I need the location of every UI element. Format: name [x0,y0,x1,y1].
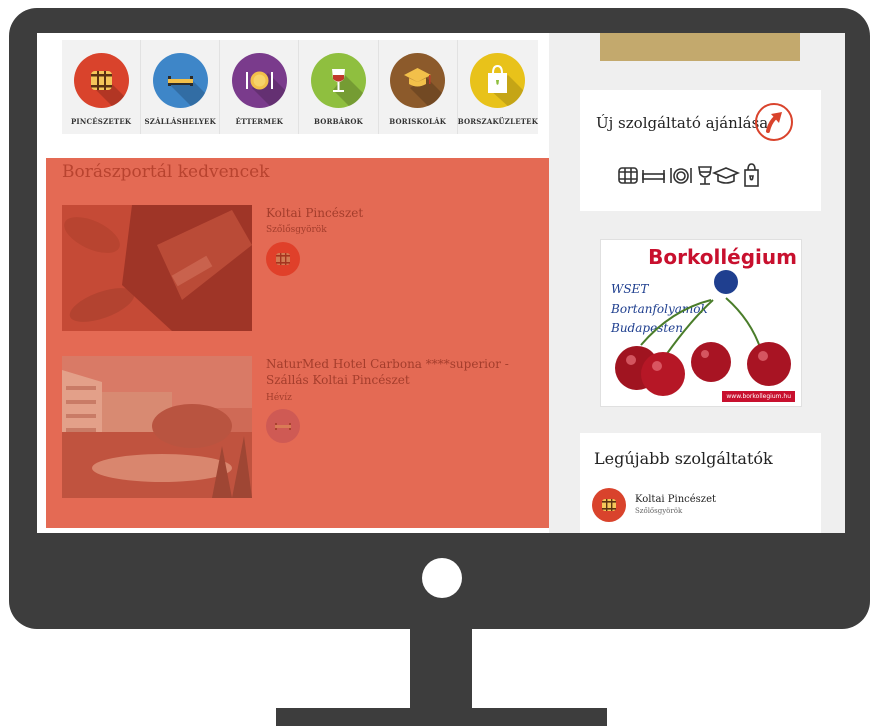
category-label: PINCÉSZETEK [70,117,132,126]
recommend-title[interactable]: Új szolgáltató ajánlása [596,114,768,132]
borkollegium-ad[interactable]: Borkollégium WSET Bortanfolyamok Budapes… [600,239,802,407]
list-item[interactable]: NaturMed Hotel Carbona ****superior - Sz… [62,356,509,498]
newest-item-place: Szőlősgyörök [635,507,683,515]
wine-glass-icon[interactable] [698,166,712,185]
category-ettermek[interactable]: ÉTTERMEK [220,40,300,134]
category-pinceszetek[interactable]: PINCÉSZETEK [62,40,142,134]
graduation-cap-icon [390,53,446,108]
category-boriskolak[interactable]: BORISKOLÁK [379,40,458,134]
wine-glass-icon [310,53,366,108]
item-place: Hévíz [266,393,292,403]
list-item[interactable]: Koltai Pincészet Szőlősgyörök [62,205,502,331]
barrel-icon[interactable] [592,488,626,522]
barrel-icon[interactable] [266,242,300,276]
screen: PINCÉSZETEK SZÁLLÁSHELYEK ÉTTERMEK BORBÁ… [37,33,845,533]
bed-icon[interactable] [266,409,300,443]
graduation-cap-icon[interactable] [711,167,741,184]
category-borbarok[interactable]: BORBÁROK [299,40,379,134]
recommend-box: Új szolgáltató ajánlása [580,90,821,211]
bed-icon[interactable] [642,170,665,183]
service-icons-row [618,161,788,191]
sidebar-banner[interactable] [600,33,800,61]
item-thumbnail[interactable] [62,356,252,498]
bed-icon [152,53,208,108]
category-label: ÉTTERMEK [235,117,284,126]
newest-title: Legújabb szolgáltatók [594,449,773,468]
item-name[interactable]: NaturMed Hotel Carbona ****superior - Sz… [266,356,526,388]
monitor-stand-base [276,708,607,726]
item-place: Szőlősgyörök [266,225,327,235]
barrel-icon[interactable] [618,167,638,184]
arrow-up-icon[interactable] [755,103,793,141]
newest-box: Legújabb szolgáltatók Koltai Pincészet S… [580,433,821,533]
category-label: BORBÁROK [314,117,363,126]
section-title: Borászportál kedvencek [62,162,270,182]
favorites-section: Borászportál kedvencek Koltai Pincészet … [46,158,549,528]
cherries-image [615,297,791,396]
barrel-icon [73,53,129,108]
category-bar: PINCÉSZETEK SZÁLLÁSHELYEK ÉTTERMEK BORBÁ… [62,40,538,134]
category-label: BORISKOLÁK [389,117,446,126]
plate-icon [231,53,287,108]
item-name[interactable]: Koltai Pincészet [266,205,526,221]
category-borszakuzletek[interactable]: BORSZAKÜZLETEK [458,40,538,134]
category-szallashelyek[interactable]: SZÁLLÁSHELYEK [141,40,221,134]
plate-icon[interactable] [670,168,692,184]
category-label: SZÁLLÁSHELYEK [144,117,216,126]
ad-url[interactable]: www.borkollegium.hu [722,391,795,402]
power-button [422,558,462,598]
shopping-bag-icon [470,53,526,108]
newest-item-name[interactable]: Koltai Pincészet [635,494,716,505]
category-label: BORSZAKÜZLETEK [457,117,538,126]
monitor-stand-neck [410,628,472,710]
shopping-bag-icon[interactable] [744,163,759,187]
item-thumbnail[interactable] [62,205,252,331]
main-column: PINCÉSZETEK SZÁLLÁSHELYEK ÉTTERMEK BORBÁ… [37,33,549,533]
